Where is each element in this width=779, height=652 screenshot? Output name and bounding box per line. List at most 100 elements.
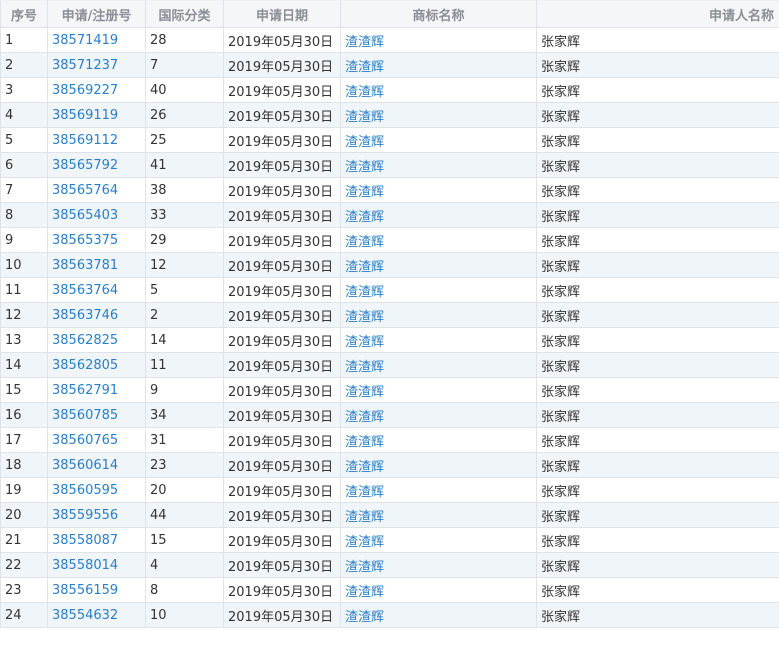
cell-apply-date: 2019年05月30日: [223, 202, 341, 228]
reg-no-link[interactable]: 38562825: [52, 333, 118, 348]
cell-apply-date: 2019年05月30日: [223, 177, 341, 203]
tm-name-link[interactable]: 渣渣辉: [345, 310, 384, 325]
cell-reg-no: 38562825: [47, 327, 146, 353]
reg-no-link[interactable]: 38571419: [52, 33, 118, 48]
tm-name-link[interactable]: 渣渣辉: [345, 360, 384, 375]
cell-tm-name: 渣渣辉: [340, 277, 537, 303]
tm-name-link[interactable]: 渣渣辉: [345, 610, 384, 625]
reg-no-link[interactable]: 38559556: [52, 508, 118, 523]
tm-name-link[interactable]: 渣渣辉: [345, 260, 384, 275]
tm-name-link[interactable]: 渣渣辉: [345, 460, 384, 475]
cell-seq: 19: [0, 477, 48, 503]
reg-no-link[interactable]: 38563781: [52, 258, 118, 273]
cell-reg-no: 38558014: [47, 552, 146, 578]
table-row: 2 38571237 7 2019年05月30日 渣渣辉 张家辉: [0, 52, 779, 78]
tm-name-link[interactable]: 渣渣辉: [345, 35, 384, 50]
reg-no-link[interactable]: 38558087: [52, 533, 118, 548]
cell-intl-class: 40: [145, 77, 224, 103]
cell-intl-class: 14: [145, 327, 224, 353]
cell-tm-name: 渣渣辉: [340, 527, 537, 553]
cell-seq: 3: [0, 77, 48, 103]
reg-no-link[interactable]: 38562805: [52, 358, 118, 373]
cell-applicant: 张家辉: [536, 177, 779, 203]
reg-no-link[interactable]: 38565403: [52, 208, 118, 223]
tm-name-link[interactable]: 渣渣辉: [345, 510, 384, 525]
cell-tm-name: 渣渣辉: [340, 502, 537, 528]
cell-apply-date: 2019年05月30日: [223, 52, 341, 78]
cell-apply-date: 2019年05月30日: [223, 527, 341, 553]
reg-no-link[interactable]: 38565764: [52, 183, 118, 198]
tm-name-link[interactable]: 渣渣辉: [345, 585, 384, 600]
table-row: 13 38562825 14 2019年05月30日 渣渣辉 张家辉: [0, 327, 779, 353]
cell-intl-class: 7: [145, 52, 224, 78]
reg-no-link[interactable]: 38560785: [52, 408, 118, 423]
cell-intl-class: 26: [145, 102, 224, 128]
cell-intl-class: 31: [145, 427, 224, 453]
table-row: 7 38565764 38 2019年05月30日 渣渣辉 张家辉: [0, 177, 779, 203]
cell-intl-class: 25: [145, 127, 224, 153]
cell-seq: 20: [0, 502, 48, 528]
cell-reg-no: 38565792: [47, 152, 146, 178]
table-row: 19 38560595 20 2019年05月30日 渣渣辉 张家辉: [0, 477, 779, 503]
cell-seq: 4: [0, 102, 48, 128]
cell-tm-name: 渣渣辉: [340, 477, 537, 503]
tm-name-link[interactable]: 渣渣辉: [345, 285, 384, 300]
reg-no-link[interactable]: 38560614: [52, 458, 118, 473]
tm-name-link[interactable]: 渣渣辉: [345, 535, 384, 550]
reg-no-link[interactable]: 38569119: [52, 108, 118, 123]
header-apply-date: 申请日期: [223, 0, 341, 28]
reg-no-link[interactable]: 38565792: [52, 158, 118, 173]
cell-seq: 16: [0, 402, 48, 428]
reg-no-link[interactable]: 38569227: [52, 83, 118, 98]
reg-no-link[interactable]: 38554632: [52, 608, 118, 623]
cell-applicant: 张家辉: [536, 402, 779, 428]
cell-reg-no: 38563781: [47, 252, 146, 278]
tm-name-link[interactable]: 渣渣辉: [345, 210, 384, 225]
table-row: 9 38565375 29 2019年05月30日 渣渣辉 张家辉: [0, 227, 779, 253]
header-seq: 序号: [0, 0, 48, 28]
reg-no-link[interactable]: 38571237: [52, 58, 118, 73]
cell-apply-date: 2019年05月30日: [223, 602, 341, 628]
reg-no-link[interactable]: 38565375: [52, 233, 118, 248]
reg-no-link[interactable]: 38562791: [52, 383, 118, 398]
tm-name-link[interactable]: 渣渣辉: [345, 335, 384, 350]
cell-applicant: 张家辉: [536, 452, 779, 478]
reg-no-link[interactable]: 38558014: [52, 558, 118, 573]
reg-no-link[interactable]: 38556159: [52, 583, 118, 598]
tm-name-link[interactable]: 渣渣辉: [345, 160, 384, 175]
reg-no-link[interactable]: 38563764: [52, 283, 118, 298]
header-intl-class: 国际分类: [145, 0, 224, 28]
cell-applicant: 张家辉: [536, 27, 779, 53]
tm-name-link[interactable]: 渣渣辉: [345, 110, 384, 125]
table-row: 23 38556159 8 2019年05月30日 渣渣辉 张家辉: [0, 577, 779, 603]
table-row: 12 38563746 2 2019年05月30日 渣渣辉 张家辉: [0, 302, 779, 328]
cell-reg-no: 38571419: [47, 27, 146, 53]
reg-no-link[interactable]: 38560595: [52, 483, 118, 498]
tm-name-link[interactable]: 渣渣辉: [345, 385, 384, 400]
cell-reg-no: 38560785: [47, 402, 146, 428]
tm-name-link[interactable]: 渣渣辉: [345, 85, 384, 100]
cell-applicant: 张家辉: [536, 477, 779, 503]
cell-seq: 13: [0, 327, 48, 353]
table-row: 5 38569112 25 2019年05月30日 渣渣辉 张家辉: [0, 127, 779, 153]
tm-name-link[interactable]: 渣渣辉: [345, 560, 384, 575]
cell-seq: 11: [0, 277, 48, 303]
header-applicant: 申请人名称: [536, 0, 779, 28]
reg-no-link[interactable]: 38569112: [52, 133, 118, 148]
tm-name-link[interactable]: 渣渣辉: [345, 410, 384, 425]
table-row: 3 38569227 40 2019年05月30日 渣渣辉 张家辉: [0, 77, 779, 103]
cell-tm-name: 渣渣辉: [340, 427, 537, 453]
table-row: 15 38562791 9 2019年05月30日 渣渣辉 张家辉: [0, 377, 779, 403]
tm-name-link[interactable]: 渣渣辉: [345, 135, 384, 150]
reg-no-link[interactable]: 38560765: [52, 433, 118, 448]
tm-name-link[interactable]: 渣渣辉: [345, 435, 384, 450]
tm-name-link[interactable]: 渣渣辉: [345, 185, 384, 200]
cell-seq: 21: [0, 527, 48, 553]
reg-no-link[interactable]: 38563746: [52, 308, 118, 323]
tm-name-link[interactable]: 渣渣辉: [345, 60, 384, 75]
cell-apply-date: 2019年05月30日: [223, 452, 341, 478]
cell-tm-name: 渣渣辉: [340, 77, 537, 103]
cell-tm-name: 渣渣辉: [340, 602, 537, 628]
tm-name-link[interactable]: 渣渣辉: [345, 235, 384, 250]
tm-name-link[interactable]: 渣渣辉: [345, 485, 384, 500]
